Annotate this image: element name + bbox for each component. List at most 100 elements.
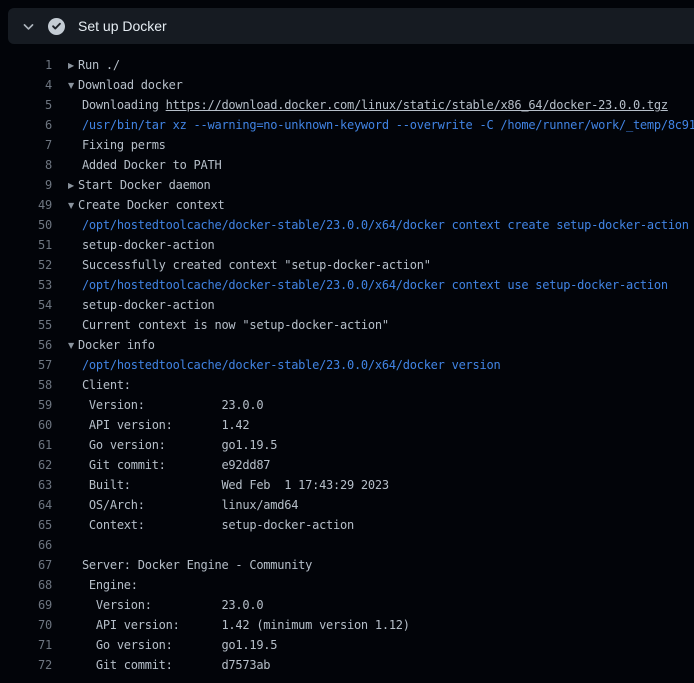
line-content: /opt/hostedtoolcache/docker-stable/23.0.… [52,355,500,375]
log-line: 60 API version: 1.42 [0,415,694,435]
chevron-expanded-icon[interactable]: ▼ [68,336,78,356]
command-text: /opt/hostedtoolcache/docker-stable/23.0.… [68,218,689,232]
log-line[interactable]: 56▼Docker info [0,335,694,355]
chevron-expanded-icon[interactable]: ▼ [68,196,78,216]
line-number[interactable]: 59 [0,395,52,415]
log-text: Go version: go1.19.5 [68,438,277,452]
line-content: Current context is now "setup-docker-act… [52,315,389,335]
line-number[interactable]: 68 [0,575,52,595]
line-number[interactable]: 6 [0,115,52,135]
log-text: API version: 1.42 (minimum version 1.12) [68,618,410,632]
log-line: 54 setup-docker-action [0,295,694,315]
line-number[interactable]: 67 [0,555,52,575]
chevron-expanded-icon[interactable]: ▼ [68,76,78,96]
line-content: Added Docker to PATH [52,155,221,175]
line-content: API version: 1.42 (minimum version 1.12) [52,615,410,635]
log-line: 59 Version: 23.0.0 [0,395,694,415]
line-number[interactable]: 5 [0,95,52,115]
line-number[interactable]: 56 [0,335,52,355]
line-number[interactable]: 53 [0,275,52,295]
log-line[interactable]: 9 ▶Start Docker daemon [0,175,694,195]
log-line: 61 Go version: go1.19.5 [0,435,694,455]
line-content: Server: Docker Engine - Community [52,555,312,575]
line-number[interactable]: 63 [0,475,52,495]
step-title: Set up Docker [78,18,167,34]
line-number[interactable]: 1 [0,55,52,75]
log-link[interactable]: https://download.docker.com/linux/static… [166,98,668,112]
line-content: OS/Arch: linux/amd64 [52,495,298,515]
line-number[interactable]: 55 [0,315,52,335]
line-number[interactable]: 58 [0,375,52,395]
log-line: 51 setup-docker-action [0,235,694,255]
log-text: setup-docker-action [68,238,214,252]
log-text: Successfully created context "setup-dock… [68,258,431,272]
command-text: /opt/hostedtoolcache/docker-stable/23.0.… [68,278,668,292]
line-number[interactable]: 4 [0,75,52,95]
group-title: Run ./ [78,58,120,72]
line-content: ▼Create Docker context [52,195,224,215]
log-text: Version: 23.0.0 [68,398,263,412]
line-content: Go version: go1.19.5 [52,435,277,455]
line-content: ▼Download docker [52,75,183,95]
log-text: setup-docker-action [68,298,214,312]
line-content: /opt/hostedtoolcache/docker-stable/23.0.… [52,275,668,295]
log-line: 70 API version: 1.42 (minimum version 1.… [0,615,694,635]
log-text: Version: 23.0.0 [68,598,263,612]
log-line: 71 Go version: go1.19.5 [0,635,694,655]
chevron-down-icon[interactable] [22,20,35,33]
log-text: OS/Arch: linux/amd64 [68,498,298,512]
line-number[interactable]: 7 [0,135,52,155]
log-text: Git commit: d7573ab [68,658,270,672]
line-content: Git commit: e92dd87 [52,455,270,475]
log-line[interactable]: 49▼Create Docker context [0,195,694,215]
log-text: Git commit: e92dd87 [68,458,270,472]
line-number[interactable]: 69 [0,595,52,615]
line-content: ▶Run ./ [52,55,120,75]
log-line: 53 /opt/hostedtoolcache/docker-stable/23… [0,275,694,295]
line-number[interactable]: 65 [0,515,52,535]
line-content: Built: Wed Feb 1 17:43:29 2023 [52,475,389,495]
line-number[interactable]: 70 [0,615,52,635]
line-number[interactable]: 61 [0,435,52,455]
line-number[interactable]: 49 [0,195,52,215]
line-number[interactable]: 60 [0,415,52,435]
line-number[interactable]: 54 [0,295,52,315]
line-number[interactable]: 52 [0,255,52,275]
group-title: Create Docker context [78,198,224,212]
line-content: /usr/bin/tar xz --warning=no-unknown-key… [52,115,694,135]
line-number[interactable]: 8 [0,155,52,175]
log-line: 68 Engine: [0,575,694,595]
line-number[interactable]: 71 [0,635,52,655]
line-number[interactable]: 66 [0,535,52,555]
log-text: Fixing perms [68,138,166,152]
line-number[interactable]: 62 [0,455,52,475]
line-number[interactable]: 51 [0,235,52,255]
log-line: 66 [0,535,694,555]
log-line[interactable]: 4▼Download docker [0,75,694,95]
log-line: 55 Current context is now "setup-docker-… [0,315,694,335]
chevron-collapsed-icon[interactable]: ▶ [68,176,78,196]
line-number[interactable]: 50 [0,215,52,235]
line-number[interactable]: 57 [0,355,52,375]
log-line: 50 /opt/hostedtoolcache/docker-stable/23… [0,215,694,235]
log-line: 57 /opt/hostedtoolcache/docker-stable/23… [0,355,694,375]
log-text: Downloading [68,98,166,112]
step-header[interactable]: Set up Docker [8,8,694,44]
line-number[interactable]: 64 [0,495,52,515]
log-text: Current context is now "setup-docker-act… [68,318,389,332]
log-line[interactable]: 1▶Run ./ [0,55,694,75]
log-line: 8 Added Docker to PATH [0,155,694,175]
log-text: Context: setup-docker-action [68,518,354,532]
chevron-collapsed-icon[interactable]: ▶ [68,56,78,76]
line-content: Git commit: d7573ab [52,655,270,675]
log-text: Server: Docker Engine - Community [68,558,312,572]
line-number[interactable]: 72 [0,655,52,675]
line-content: Downloading https://download.docker.com/… [52,95,668,115]
check-circle-icon [48,18,65,35]
line-content: setup-docker-action [52,235,214,255]
group-title: Start Docker daemon [78,178,211,192]
line-content: Client: [52,375,131,395]
log-text: Client: [68,378,131,392]
line-content: Version: 23.0.0 [52,595,263,615]
line-number[interactable]: 9 [0,175,52,195]
